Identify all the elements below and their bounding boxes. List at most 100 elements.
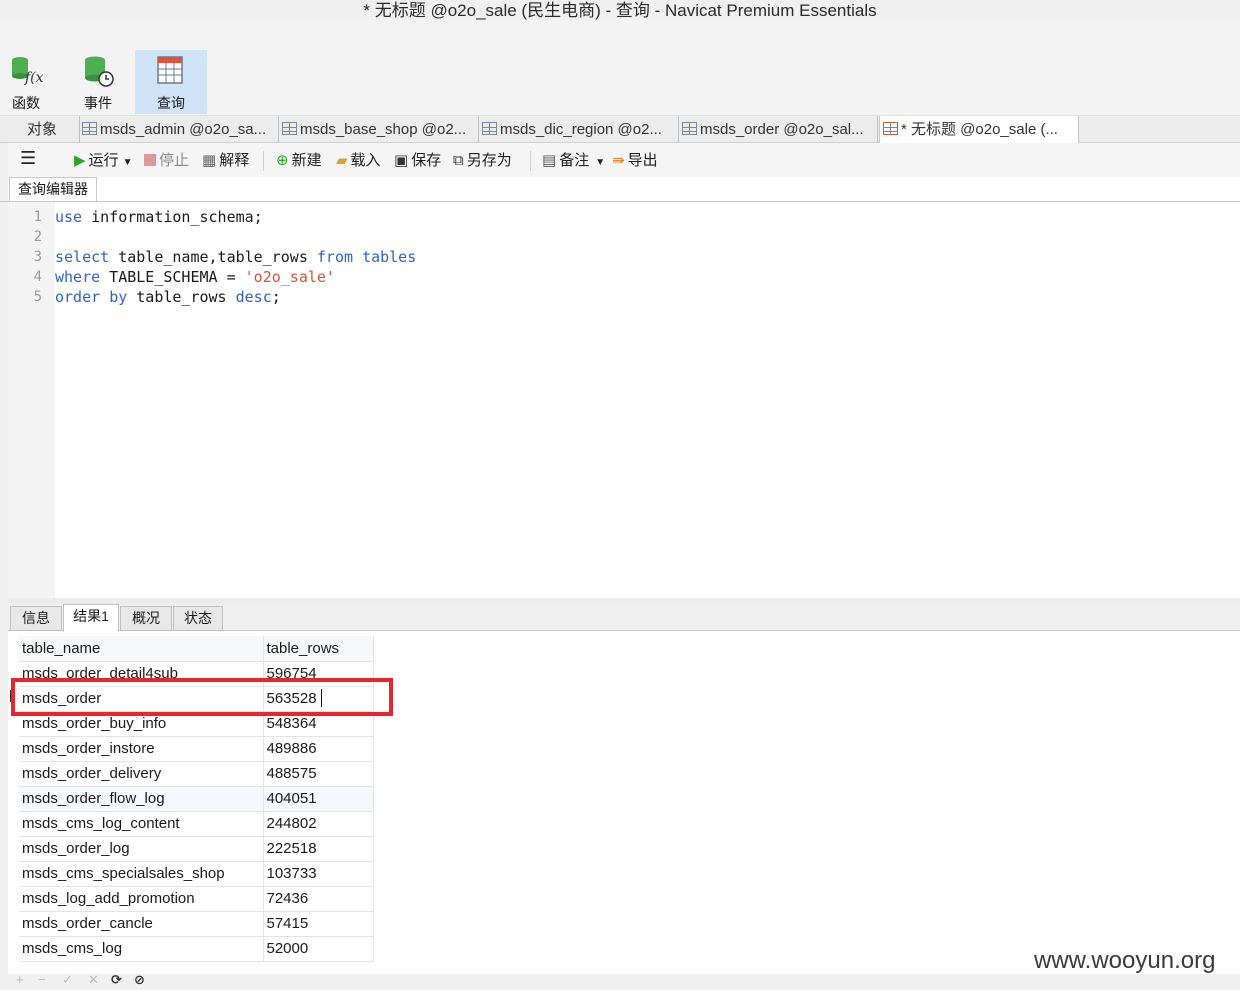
cell-table-rows[interactable]: 57415 [263,911,374,937]
tab-status[interactable]: 状态 [173,606,223,631]
cell-table-name[interactable]: msds_order_instore [19,736,264,762]
save-as-button[interactable]: ⧉ 另存为 [453,151,512,171]
stop-icon [144,154,156,166]
tab-profile[interactable]: 概况 [120,606,172,631]
svg-text:f(x): f(x) [24,70,43,86]
delete-record-button[interactable]: − [38,972,46,987]
title-bar: * 无标题 @o2o_sale (民生电商) - 查询 - Navicat Pr… [0,0,1240,20]
query-tab-icon [883,122,898,135]
load-button[interactable]: ▰ 载入 [336,151,381,171]
table-row[interactable]: msds_order_log 222518 [19,836,374,862]
table-row[interactable]: msds_cms_log_content 244802 [19,811,374,837]
line-number: 2 [33,229,42,245]
event-label: 事件 [84,95,112,111]
cell-table-rows[interactable]: 103733 [263,861,374,887]
stop-button[interactable]: 停止 [144,151,189,171]
tab-label: msds_order @o2o_sal... [700,121,864,138]
cell-table-rows[interactable]: 244802 [263,811,374,837]
sql-keyword: use [55,208,83,226]
tab-result1[interactable]: 结果1 [63,604,119,632]
line-number: 1 [33,209,42,225]
sql-editor[interactable]: 1 2 3 4 5 use information_schema; select… [8,202,1240,598]
highlight-box [11,678,393,716]
tab-msds-admin[interactable]: msds_admin @o2o_sa... [82,116,279,143]
refresh-button[interactable]: ⟳ [111,972,122,988]
cell-table-name[interactable]: msds_order_flow_log [19,786,264,812]
table-row[interactable]: msds_order_flow_log 404051 [19,786,374,812]
tab-info[interactable]: 信息 [10,606,62,631]
grid-header-row: table_name table_rows [19,636,374,662]
cell-table-name[interactable]: msds_order_log [19,836,264,862]
explain-button[interactable]: ▦ 解释 [202,151,249,171]
tab-label: msds_admin @o2o_sa... [100,121,267,138]
table-icon [282,122,297,135]
tab-msds-base-shop[interactable]: msds_base_shop @o2... [282,116,479,143]
dropdown-arrow-icon[interactable]: ▼ [123,157,133,168]
cell-table-rows[interactable]: 404051 [263,786,374,812]
watermark: www.wooyun.org [1034,947,1216,974]
code-line: where TABLE_SCHEMA = 'o2o_sale' [55,268,335,286]
cell-table-rows[interactable]: 52000 [263,936,374,962]
save-as-label: 另存为 [466,152,512,169]
grid-bottom-bar: + − ✓ ✕ ⟳ ⊘ [8,972,1240,990]
query-button[interactable]: 查询 [135,50,207,114]
cell-table-name[interactable]: msds_order_cancle [19,911,264,937]
new-button[interactable]: ⊕ 新建 [276,151,322,171]
apply-button[interactable]: ✓ [62,972,73,988]
line-number: 4 [33,269,42,285]
table-row[interactable]: msds_cms_log 52000 [19,936,374,962]
load-label: 载入 [350,152,381,169]
text-caret [321,689,322,707]
table-icon [482,122,497,135]
add-record-button[interactable]: + [16,972,24,987]
cancel-edit-button[interactable]: ✕ [88,972,99,988]
run-button[interactable]: ▶ 运行 ▼ [74,151,132,171]
toolbar-divider [530,151,531,171]
column-header-table-rows[interactable]: table_rows [263,636,374,662]
cell-table-name[interactable]: msds_cms_specialsales_shop [19,861,264,887]
cell-table-name[interactable]: msds_cms_log_content [19,811,264,837]
export-button[interactable]: ⇛ 导出 [612,151,658,171]
tab-untitled-query[interactable]: * 无标题 @o2o_sale (... [879,116,1079,143]
toolbar-divider [263,151,264,171]
dropdown-arrow-icon[interactable]: ▼ [595,157,605,168]
tab-msds-dic-region[interactable]: msds_dic_region @o2... [482,116,679,143]
cell-table-rows[interactable]: 222518 [263,836,374,862]
table-row[interactable]: msds_order_cancle 57415 [19,911,374,937]
cell-table-name[interactable]: msds_order_delivery [19,761,264,787]
window-title: * 无标题 @o2o_sale (民生电商) - 查询 - Navicat Pr… [363,1,877,20]
tab-msds-order[interactable]: msds_order @o2o_sal... [682,116,878,143]
column-header-table-name[interactable]: table_name [19,636,264,662]
sql-keyword: where [55,268,101,286]
play-icon: ▶ [74,152,86,169]
cell-table-name[interactable]: msds_log_add_promotion [19,886,264,912]
cell-table-rows[interactable]: 72436 [263,886,374,912]
function-label: 函数 [12,95,40,111]
tab-label: 对象 [27,121,58,138]
stop-button[interactable]: ⊘ [134,972,145,988]
table-row[interactable]: msds_cms_specialsales_shop 103733 [19,861,374,887]
table-icon [682,122,697,135]
cell-table-rows[interactable]: 489886 [263,736,374,762]
tab-query-editor[interactable]: 查询编辑器 [9,177,97,202]
menu-icon[interactable]: ☰ [20,148,36,168]
cell-table-name[interactable]: msds_cms_log [19,936,264,962]
query-toolbar: ☰ ▶ 运行 ▼ 停止 ▦ 解释 ⊕ 新建 ▰ 载入 ▣ 保存 ⧉ 另存为 ▤ 备注 ▼ ⇛ 导出 [0,143,1240,177]
save-button[interactable]: ▣ 保存 [394,151,441,171]
note-icon: ▤ [542,152,557,169]
cell-table-rows[interactable]: 488575 [263,761,374,787]
table-row[interactable]: msds_order_instore 489886 [19,736,374,762]
save-as-icon: ⧉ [453,152,464,169]
sql-keyword: select [55,248,110,266]
sql-text: ; [271,288,281,306]
table-row[interactable]: msds_log_add_promotion 72436 [19,886,374,912]
export-label: 导出 [627,152,658,169]
note-button[interactable]: ▤ 备注 ▼ [542,151,605,171]
export-icon: ⇛ [612,152,625,169]
function-button[interactable]: f(x) 函数 [0,50,62,114]
event-button[interactable]: 事件 [62,50,134,114]
table-row[interactable]: msds_order_delivery 488575 [19,761,374,787]
new-label: 新建 [291,152,322,169]
tab-objects[interactable]: 对象 [10,116,80,143]
